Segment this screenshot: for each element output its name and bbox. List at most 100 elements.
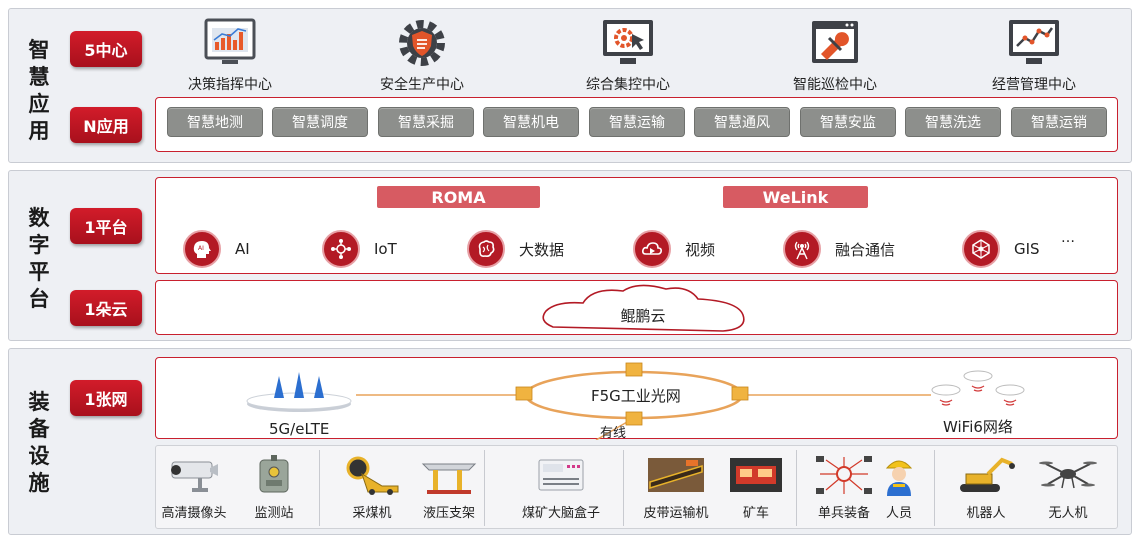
- device-label: 液压支架: [422, 506, 475, 521]
- capability-ai: AI AI: [183, 230, 250, 268]
- net-label-wifi: WiFi6网络: [943, 418, 1013, 436]
- pill-apps: N应用: [70, 107, 142, 143]
- devices-panel: 高清摄像头 监测站 采煤机 液压支架 煤矿大脑盒子 皮带运输机 矿车 单兵装备: [155, 445, 1118, 529]
- device-label: 煤矿大脑盒子: [521, 506, 600, 521]
- pill-cloud: 1朵云: [70, 290, 142, 326]
- device-worker: 人员: [861, 454, 937, 521]
- platform-panel: ROMA WeLink AI AI IoT 大数据 视频 融合通信 GIS …: [155, 177, 1118, 274]
- svg-text:AI: AI: [198, 245, 204, 252]
- cloud-label: 鲲鹏云: [620, 307, 666, 325]
- device-brainbox: 煤矿大脑盒子: [511, 454, 611, 521]
- shearer-icon: [342, 454, 402, 496]
- device-robot: 机器人: [941, 454, 1031, 521]
- trend-monitor-icon: [1006, 18, 1062, 68]
- capability-label: IoT: [374, 240, 397, 258]
- capability-gis: GIS: [962, 230, 1040, 268]
- app-button[interactable]: 智慧运输: [589, 107, 685, 137]
- device-label: 人员: [885, 506, 912, 521]
- mine-car-icon: [726, 454, 786, 496]
- capability-iot: IoT: [322, 230, 397, 268]
- center-label: 安全生产中心: [380, 77, 464, 93]
- device-label: 采煤机: [352, 506, 392, 521]
- layer-title: 数字平台: [28, 206, 50, 311]
- app-button[interactable]: 智慧调度: [272, 107, 368, 137]
- app-button[interactable]: 智慧运销: [1011, 107, 1107, 137]
- pill-platform: 1平台: [70, 208, 142, 244]
- capability-label: GIS: [1014, 240, 1040, 258]
- app-button[interactable]: 智慧洗选: [905, 107, 1001, 137]
- group-divider: [796, 450, 797, 526]
- net-label-5g: 5G/eLTE: [269, 420, 330, 438]
- wifi-ap-icon: [928, 364, 1028, 414]
- architecture-diagram: 智慧应用 5中心 N应用 决策指挥中心 安全生产中心 综合集控中心 智能巡检中心…: [0, 0, 1140, 543]
- net-label-f5g: F5G工业光网: [591, 387, 681, 405]
- gear-shield-icon: [394, 18, 450, 68]
- capability-label: 融合通信: [835, 240, 896, 259]
- control-monitor-icon: [600, 18, 656, 68]
- ai-head-icon: AI: [183, 230, 221, 268]
- gis-globe-icon: [962, 230, 1000, 268]
- capability-bigdata: 大数据: [467, 230, 564, 268]
- chart-monitor-icon: [202, 18, 258, 68]
- drone-icon: [1038, 454, 1098, 496]
- iot-network-icon: [322, 230, 360, 268]
- device-hydraulic: 液压支架: [411, 454, 487, 521]
- center-inspection: 智能巡检中心: [765, 18, 905, 94]
- roma-bar: ROMA: [377, 186, 540, 208]
- device-station: 监测站: [236, 454, 312, 521]
- worker-icon: [869, 454, 929, 496]
- device-label: 机器人: [966, 506, 1006, 521]
- center-label: 综合集控中心: [586, 77, 670, 93]
- camera-icon: [164, 454, 224, 496]
- center-label: 经营管理中心: [992, 77, 1076, 93]
- net-label-wired: 有线: [600, 426, 627, 441]
- device-minecar: 矿车: [718, 454, 794, 521]
- center-label: 决策指挥中心: [188, 77, 272, 93]
- group-divider: [623, 450, 624, 526]
- antenna-icon: [783, 230, 821, 268]
- center-control: 综合集控中心: [558, 18, 698, 94]
- app-button[interactable]: 智慧地测: [167, 107, 263, 137]
- capability-label: 视频: [685, 240, 716, 259]
- apps-panel: 智慧地测 智慧调度 智慧采掘 智慧机电 智慧运输 智慧通风 智慧安监 智慧洗选 …: [155, 97, 1118, 152]
- capability-comm: 融合通信: [783, 230, 895, 268]
- device-label: 监测站: [254, 506, 294, 521]
- device-belt: 皮带运输机: [634, 454, 718, 521]
- device-label: 皮带运输机: [643, 506, 709, 521]
- center-label: 智能巡检中心: [793, 77, 877, 93]
- robot-icon: [956, 454, 1016, 496]
- capability-video: 视频: [633, 230, 715, 268]
- hydraulic-support-icon: [419, 454, 479, 496]
- video-cloud-icon: [633, 230, 671, 268]
- more-ellipsis: …: [1061, 230, 1075, 246]
- app-button[interactable]: 智慧采掘: [378, 107, 474, 137]
- capability-label: AI: [235, 240, 250, 258]
- center-decision: 决策指挥中心: [160, 18, 300, 94]
- monitor-station-icon: [244, 454, 304, 496]
- app-button[interactable]: 智慧通风: [694, 107, 790, 137]
- group-divider: [319, 450, 320, 526]
- center-safety: 安全生产中心: [352, 18, 492, 94]
- cloud-icon: 鲲鹏云: [538, 281, 748, 335]
- brain-data-icon: [467, 230, 505, 268]
- device-label: 高清摄像头: [161, 506, 227, 521]
- app-button[interactable]: 智慧机电: [483, 107, 579, 137]
- cloud-panel: 鲲鹏云: [155, 280, 1118, 335]
- brain-box-icon: [531, 454, 591, 496]
- belt-conveyor-icon: [646, 454, 706, 496]
- device-label: 无人机: [1048, 506, 1088, 521]
- pill-centers: 5中心: [70, 31, 142, 67]
- capability-more: …: [1061, 230, 1075, 246]
- app-button[interactable]: 智慧安监: [800, 107, 896, 137]
- device-drone: 无人机: [1028, 454, 1108, 521]
- pill-network: 1张网: [70, 380, 142, 416]
- device-shearer: 采煤机: [334, 454, 410, 521]
- device-camera: 高清摄像头: [150, 454, 238, 521]
- capability-label: 大数据: [519, 240, 565, 259]
- wrench-window-icon: [807, 18, 863, 68]
- base-station-icon: [244, 368, 354, 414]
- layer-title: 装备设施: [28, 390, 50, 495]
- center-management: 经营管理中心: [964, 18, 1104, 94]
- layer-title: 智慧应用: [28, 38, 50, 143]
- device-label: 矿车: [742, 506, 769, 521]
